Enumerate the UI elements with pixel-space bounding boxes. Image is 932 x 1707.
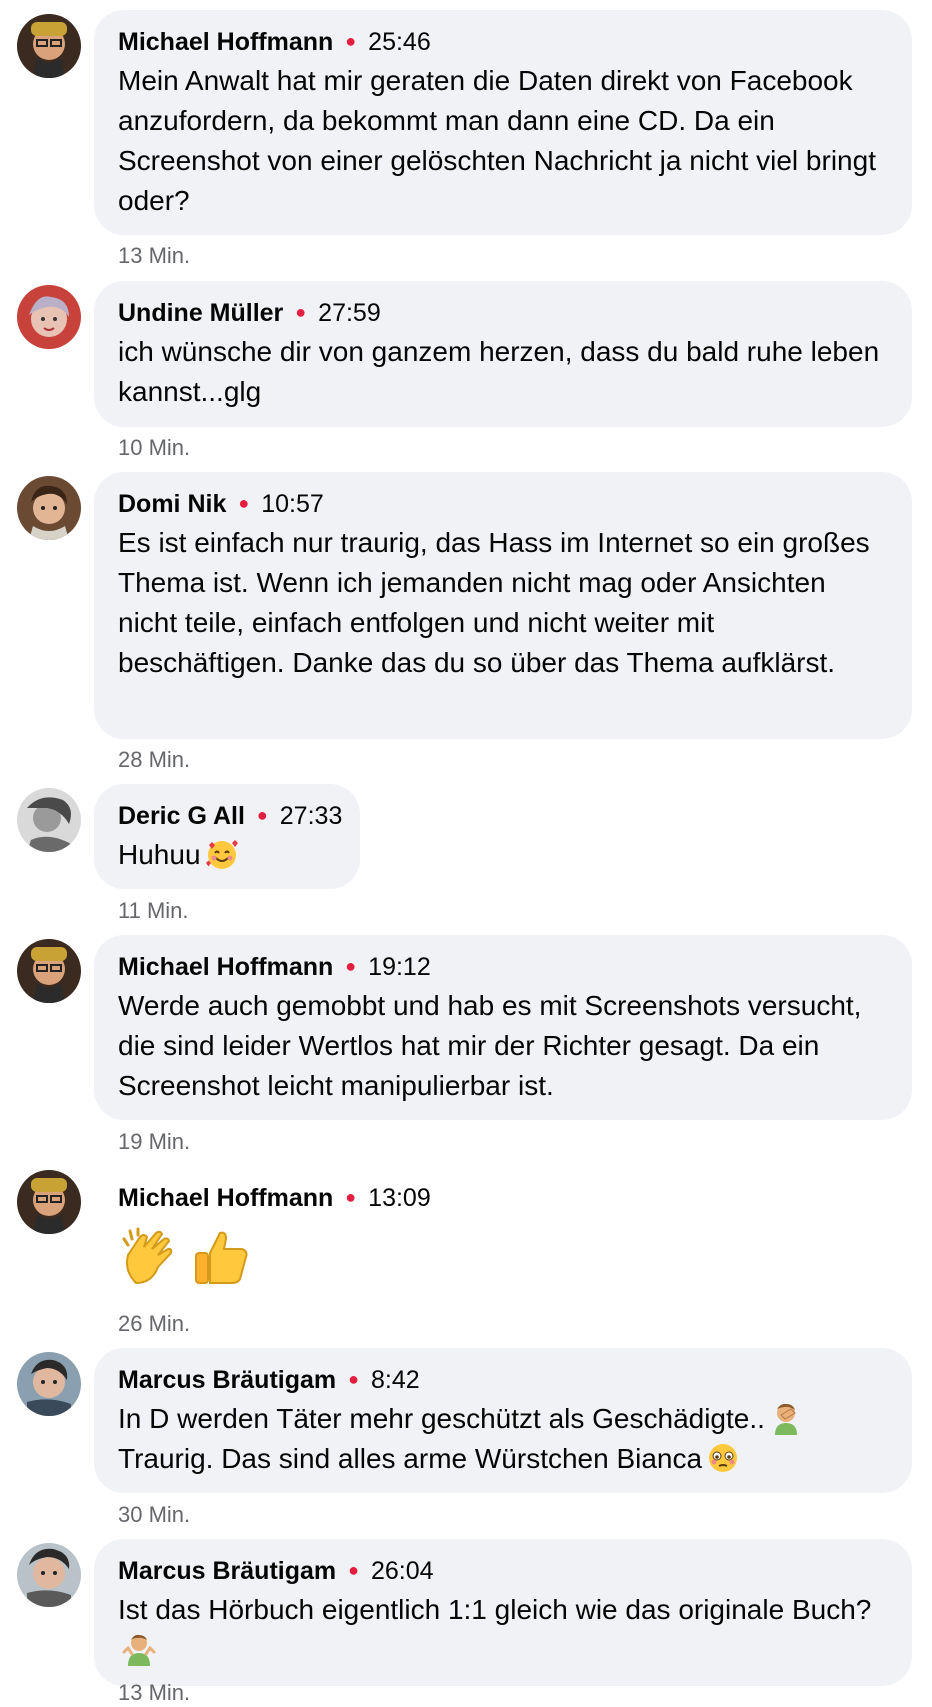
comment-bubble: Undine Müller ● 27:59 ich wünsche dir von … [94,281,912,427]
comment-time: 8:42 [371,1366,420,1394]
comment-text-line: In D werden Täter mehr geschützt als Ges… [118,1399,888,1439]
comment-text-line-1: In D werden Täter mehr geschützt als Ges… [118,1403,765,1434]
emoji-row [118,1225,470,1294]
comment-age[interactable]: 13 Min. [118,1680,190,1706]
comment-text-line-2: Traurig. Das sind alles arme Würstchen B… [118,1443,703,1474]
avatar[interactable] [17,939,81,1003]
comment-author[interactable]: Michael Hoffmann [118,28,333,56]
comment-time: 27:59 [318,299,381,327]
separator-dot: ● [345,1187,357,1207]
comment-author[interactable]: Undine Müller [118,299,283,327]
comment-age[interactable]: 19 Min. [118,1129,190,1155]
comment-author[interactable]: Marcus Bräutigam [118,1557,336,1585]
comment-text: Werde auch gemobbt und hab es mit Screen… [118,990,862,1101]
comment-bubble: Michael Hoffmann ● 13:09 [94,1166,494,1306]
avatar[interactable] [17,476,81,540]
comment-age[interactable]: 11 Min. [118,898,189,924]
comment-time: 26:04 [371,1557,434,1585]
avatar[interactable] [17,1352,81,1416]
comment-text: Es ist einfach nur traurig, das Hass im … [118,527,870,678]
comment-author[interactable]: Michael Hoffmann [118,953,333,981]
avatar[interactable] [17,1543,81,1607]
comment-text-line: Huhuu [118,835,336,875]
separator-dot: ● [348,1369,359,1389]
smiling-face-with-hearts-icon [205,840,238,869]
separator-dot: ● [348,1560,359,1580]
comment-bubble: Marcus Bräutigam ● 8:42 In D werden Täter … [94,1348,912,1493]
comment-author[interactable]: Domi Nik [118,490,226,518]
comment-text: ich wünsche dir von ganzem herzen, dass … [118,336,880,407]
comment-author[interactable]: Deric G All [118,802,245,830]
comment-age[interactable]: 28 Min. [118,747,190,773]
comment-author[interactable]: Michael Hoffmann [118,1184,333,1212]
comment-age[interactable]: 26 Min. [118,1311,190,1337]
avatar[interactable] [17,14,81,78]
comment-bubble: Michael Hoffmann ● 19:12 Werde auch gemobb… [94,935,912,1120]
separator-dot: ● [345,31,357,51]
comment-time: 10:57 [261,490,324,518]
comment-text: In D werden Täter mehr geschützt als Ges… [118,1399,888,1479]
comment-time: 25:46 [368,28,431,56]
comment-age[interactable]: 10 Min. [118,435,190,461]
comment-text-line: Traurig. Das sind alles arme Würstchen B… [118,1439,888,1479]
avatar[interactable] [17,788,81,852]
clapping-hands-icon [122,1227,173,1285]
comment-bubble: Deric G All ● 27:33 Huhuu [94,784,360,889]
thumbs-up-icon [195,1231,248,1284]
comment-bubble: Marcus Bräutigam ● 26:04 Ist das Hörbuch e… [94,1539,912,1686]
separator-dot: ● [295,302,307,322]
comment-age[interactable]: 13 Min. [118,243,190,269]
comment-bubble: Domi Nik ● 10:57 Es ist einfach nur trauri… [94,472,912,739]
man-facepalming-icon [774,1403,797,1435]
avatar[interactable] [17,285,81,349]
comment-text: Mein Anwalt hat mir geraten die Daten di… [118,65,876,216]
separator-dot: ● [345,956,357,976]
man-shrugging-icon [122,1634,156,1666]
comment-text-line: Ist das Hörbuch eigentlich 1:1 gleich wi… [118,1590,888,1670]
comment-time: 19:12 [368,953,431,981]
flushed-face-icon [709,1444,738,1472]
comment-text: Huhuu [118,839,201,870]
avatar[interactable] [17,1170,81,1234]
separator-dot: ● [256,805,268,825]
comment-age[interactable]: 30 Min. [118,1502,190,1528]
separator-dot: ● [238,493,250,513]
comment-bubble: Michael Hoffmann ● 25:46 Mein Anwalt hat m… [94,10,912,235]
comment-time: 27:33 [279,802,343,830]
comment-time: 13:09 [368,1184,431,1212]
comment-text: Ist das Hörbuch eigentlich 1:1 gleich wi… [118,1594,872,1625]
comment-author[interactable]: Marcus Bräutigam [118,1366,336,1394]
